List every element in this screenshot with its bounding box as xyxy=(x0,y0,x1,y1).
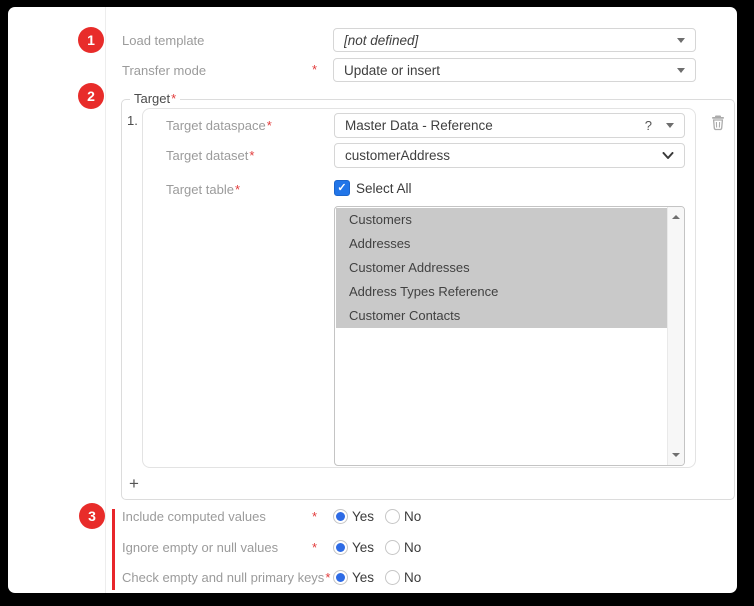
panel-left-divider xyxy=(105,7,106,593)
radio-yes[interactable]: Yes xyxy=(333,570,374,585)
list-item[interactable]: Address Types Reference xyxy=(336,280,667,304)
target-dataset-row: Target dataset* xyxy=(166,143,254,167)
list-item[interactable]: Customers xyxy=(336,208,667,232)
check-primary-keys-row: Check empty and null primary keys * xyxy=(122,566,330,588)
target-dataset-required-asterisk: * xyxy=(249,148,254,163)
caret-down-icon xyxy=(666,123,674,128)
help-question-mark-icon[interactable]: ? xyxy=(645,118,652,133)
target-dataspace-value: Master Data - Reference xyxy=(345,118,637,133)
required-asterisk: * xyxy=(325,570,330,585)
check-primary-keys-label: Check empty and null primary keys xyxy=(122,570,324,585)
target-dataspace-dropdown[interactable]: Master Data - Reference ? xyxy=(334,113,685,138)
target-row-index: 1. xyxy=(127,113,138,128)
annotation-badge-2: 2 xyxy=(78,83,104,109)
screenshot-root: { "badges": { "one": "1", "two": "2", "t… xyxy=(0,0,754,606)
radio-no[interactable]: No xyxy=(385,570,421,585)
ignore-empty-values-row: Ignore empty or null values * xyxy=(122,536,317,558)
annotation-badge-3: 3 xyxy=(79,503,105,529)
target-table-listbox[interactable]: Customers Addresses Customer Addresses A… xyxy=(334,206,685,466)
ignore-empty-values-radios: Yes No xyxy=(333,536,421,558)
target-required-asterisk: * xyxy=(171,91,176,106)
list-item[interactable]: Customer Contacts xyxy=(336,304,667,328)
load-template-label: Load template xyxy=(122,33,204,48)
annotation-red-line xyxy=(112,509,115,590)
target-dataspace-row: Target dataspace* xyxy=(166,113,272,137)
scroll-up-icon[interactable] xyxy=(668,209,684,225)
target-dataspace-label: Target dataspace xyxy=(166,118,266,133)
listbox-scrollbar[interactable] xyxy=(667,207,684,465)
scroll-down-icon[interactable] xyxy=(668,447,684,463)
target-dataset-value: customerAddress xyxy=(345,148,662,163)
radio-no-label: No xyxy=(404,570,421,585)
radio-yes-label: Yes xyxy=(352,509,374,524)
target-dataspace-required-asterisk: * xyxy=(267,118,272,133)
transfer-mode-dropdown[interactable]: Update or insert xyxy=(333,58,696,82)
target-table-list: Customers Addresses Customer Addresses A… xyxy=(336,208,667,328)
transfer-mode-value: Update or insert xyxy=(344,63,669,78)
target-table-label: Target table xyxy=(166,182,234,197)
radio-no-label: No xyxy=(404,540,421,555)
select-all-checkbox-row[interactable]: ✓ Select All xyxy=(334,180,412,196)
radio-button-yes[interactable] xyxy=(333,540,348,555)
form-panel: Load template [not defined] Transfer mod… xyxy=(8,7,737,593)
target-item-card: Target dataspace* Master Data - Referenc… xyxy=(142,108,696,468)
target-table-row: Target table* xyxy=(166,177,240,201)
load-template-value: [not defined] xyxy=(344,33,669,48)
required-asterisk: * xyxy=(312,509,317,524)
delete-target-button[interactable] xyxy=(709,113,727,131)
list-item[interactable]: Customer Addresses xyxy=(336,256,667,280)
transfer-mode-label: Transfer mode xyxy=(122,63,206,78)
trash-icon xyxy=(709,113,727,131)
load-template-row: Load template xyxy=(122,28,204,52)
required-asterisk: * xyxy=(312,540,317,555)
caret-down-icon xyxy=(677,38,685,43)
include-computed-values-label: Include computed values xyxy=(122,509,311,524)
transfer-mode-row: Transfer mode xyxy=(122,58,206,82)
check-primary-keys-radios: Yes No xyxy=(333,566,421,588)
checkmark-icon: ✓ xyxy=(337,183,346,194)
select-all-label: Select All xyxy=(356,181,412,196)
list-item[interactable]: Addresses xyxy=(336,232,667,256)
include-computed-values-row: Include computed values * xyxy=(122,505,317,527)
radio-yes[interactable]: Yes xyxy=(333,509,374,524)
transfer-mode-required-asterisk: * xyxy=(312,62,317,77)
include-computed-values-radios: Yes No xyxy=(333,505,421,527)
select-all-checkbox[interactable]: ✓ xyxy=(334,180,350,196)
load-template-dropdown[interactable]: [not defined] xyxy=(333,28,696,52)
target-legend: Target* xyxy=(130,91,180,106)
radio-button-no[interactable] xyxy=(385,509,400,524)
radio-button-yes[interactable] xyxy=(333,509,348,524)
radio-yes-label: Yes xyxy=(352,540,374,555)
radio-no[interactable]: No xyxy=(385,509,421,524)
add-target-button[interactable]: + xyxy=(125,475,143,493)
radio-yes[interactable]: Yes xyxy=(333,540,374,555)
radio-no[interactable]: No xyxy=(385,540,421,555)
target-dataset-select[interactable]: customerAddress xyxy=(334,143,685,168)
radio-button-yes[interactable] xyxy=(333,570,348,585)
target-legend-text: Target xyxy=(134,91,170,106)
chevron-down-icon xyxy=(662,152,674,160)
radio-button-no[interactable] xyxy=(385,570,400,585)
caret-down-icon xyxy=(677,68,685,73)
ignore-empty-values-label: Ignore empty or null values xyxy=(122,540,311,555)
radio-yes-label: Yes xyxy=(352,570,374,585)
radio-button-no[interactable] xyxy=(385,540,400,555)
radio-no-label: No xyxy=(404,509,421,524)
target-dataset-label: Target dataset xyxy=(166,148,248,163)
annotation-badge-1: 1 xyxy=(78,27,104,53)
target-table-required-asterisk: * xyxy=(235,182,240,197)
